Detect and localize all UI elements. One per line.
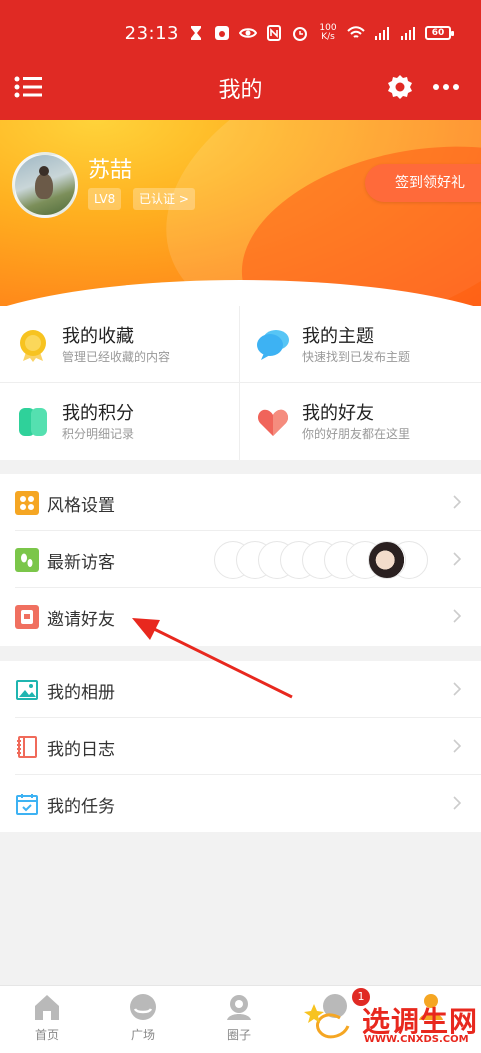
card-subtitle: 你的好朋友都在这里: [302, 427, 411, 441]
username: 苏喆: [88, 158, 133, 183]
my-topics-card[interactable]: 我的主题 快速找到已发布主题: [240, 306, 479, 382]
visitor-avatar: [368, 541, 406, 579]
footprint-icon: [15, 548, 39, 572]
hourglass-icon: [191, 26, 201, 40]
row-label: 风格设置: [47, 496, 115, 516]
chevron-right-icon: [453, 739, 462, 753]
signin-reward-button[interactable]: 签到领好礼: [365, 164, 481, 202]
visitor-avatars[interactable]: [214, 541, 428, 579]
tab-label: 圈子: [226, 1028, 251, 1042]
card-title: 我的收藏: [62, 326, 134, 347]
tab-home[interactable]: 首页: [12, 992, 82, 1048]
row-label: 我的日志: [47, 740, 115, 760]
more-icon[interactable]: [432, 76, 460, 98]
card-title: 我的好友: [302, 403, 374, 424]
chevron-right-icon: [453, 495, 462, 509]
baidu-icon: [215, 26, 229, 40]
status-time: 23:13: [124, 22, 179, 44]
tab-label: 首页: [34, 1028, 59, 1042]
row-label: 我的相册: [47, 683, 115, 703]
level-badge: LV8: [88, 188, 122, 210]
chevron-right-icon: [453, 682, 462, 696]
chevron-right-icon: [453, 796, 462, 810]
status-bar: 23:13 100 K/s 60: [124, 20, 454, 46]
my-friends-card[interactable]: 我的好友 你的好朋友都在这里: [240, 383, 479, 459]
card-title: 我的积分: [62, 403, 134, 424]
4g-signal-icon: [375, 27, 389, 40]
watermark-url: WWW.CNXDS.COM: [364, 1034, 469, 1045]
chat-bubble-icon: [257, 330, 289, 360]
chevron-right-icon: [453, 552, 462, 566]
card-title: 我的主题: [302, 326, 374, 347]
gear-icon[interactable]: [386, 73, 414, 101]
top-bar: 23:13 100 K/s 60 我的: [0, 0, 481, 120]
quick-access-grid: 我的收藏 管理已经收藏的内容 我的主题 快速找到已发布主题 我的积分 积分明细记…: [0, 306, 481, 460]
my-journal-row[interactable]: 我的日志: [0, 718, 481, 775]
row-label: 我的任务: [47, 797, 115, 817]
chevron-right-icon: [453, 609, 462, 623]
network-speed: 100 K/s: [319, 23, 337, 42]
my-favorites-card[interactable]: 我的收藏 管理已经收藏的内容: [0, 306, 239, 382]
battery-indicator: 60: [425, 26, 454, 40]
my-tasks-row[interactable]: 我的任务: [0, 775, 481, 832]
card-subtitle: 快速找到已发布主题: [302, 350, 411, 364]
points-icon: [19, 408, 47, 436]
card-subtitle: 积分明细记录: [62, 427, 135, 441]
certified-badge[interactable]: 已认证 >: [133, 188, 195, 210]
my-points-card[interactable]: 我的积分 积分明细记录: [0, 383, 239, 459]
profile-banner: 苏喆 LV8 已认证 > 签到领好礼: [0, 120, 481, 310]
alarm-icon: [293, 27, 307, 41]
heart-icon: [257, 409, 289, 436]
task-icon: [16, 794, 38, 815]
avatar[interactable]: [12, 152, 78, 218]
invite-icon: [15, 605, 39, 629]
title-bar: 我的: [0, 62, 481, 112]
tab-label: 广场: [130, 1028, 155, 1042]
style-settings-row[interactable]: 风格设置: [0, 474, 481, 531]
5g-signal-icon: [401, 27, 415, 40]
eye-icon: [239, 28, 257, 38]
wifi-icon: [347, 26, 365, 38]
recent-visitors-row[interactable]: 最新访客: [0, 531, 481, 588]
home-icon: [35, 995, 59, 1020]
row-label: 邀请好友: [47, 610, 115, 630]
plaza-icon: [130, 994, 156, 1020]
tab-circle[interactable]: 圈子: [204, 992, 274, 1048]
row-label: 最新访客: [47, 553, 115, 573]
journal-icon: [17, 736, 37, 758]
card-subtitle: 管理已经收藏的内容: [62, 350, 171, 364]
annotation-arrow: [132, 618, 293, 699]
album-icon: [16, 680, 38, 700]
medal-icon: [20, 330, 46, 362]
circle-icon: [227, 995, 251, 1020]
tab-plaza[interactable]: 广场: [108, 992, 178, 1048]
nfc-icon: [267, 25, 281, 41]
style-icon: [15, 491, 39, 515]
